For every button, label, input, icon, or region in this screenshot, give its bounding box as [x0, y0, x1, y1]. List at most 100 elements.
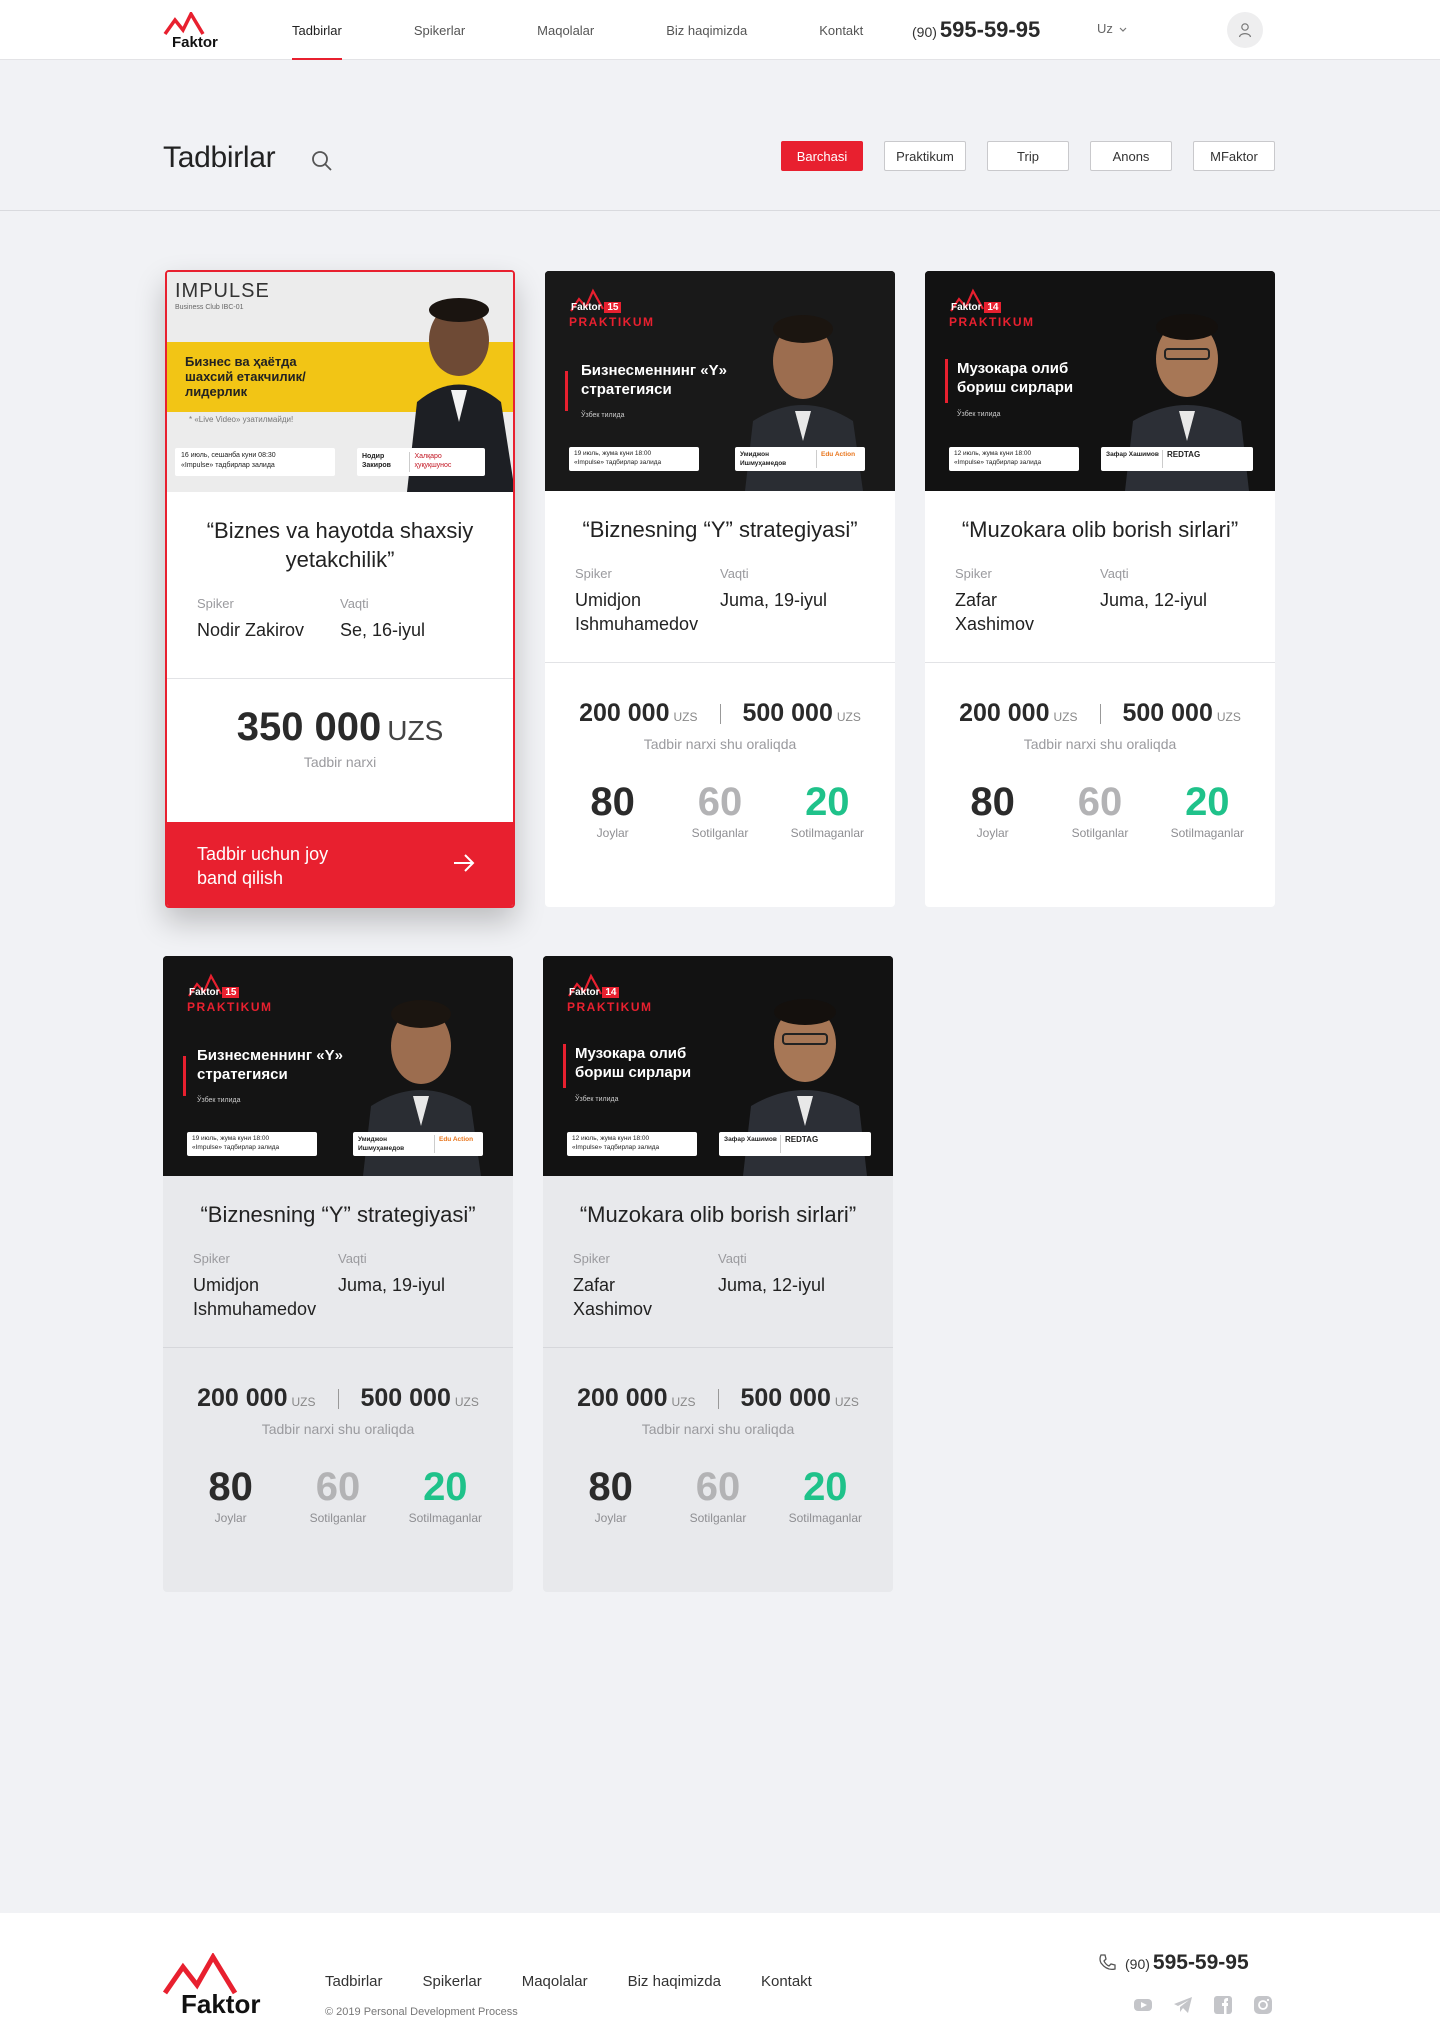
time-label: Vaqti [720, 566, 749, 581]
stat-seats: 80 Joylar [208, 1465, 253, 1525]
nav-kontakt[interactable]: Kontakt [819, 0, 863, 60]
banner-brand: Faktor 14 [951, 302, 1002, 313]
footer-logo[interactable]: Faktor [162, 1952, 270, 2019]
page-heading-area: Tadbirlar Barchasi Praktikum Trip Anons … [0, 61, 1440, 211]
nav-tadbirlar[interactable]: Tadbirlar [292, 0, 342, 60]
footer-nav-kontakt[interactable]: Kontakt [761, 1973, 812, 1990]
event-banner: Faktor 14 PRAKTIKUM Музокара олиб бориш … [543, 956, 893, 1176]
speaker-name: Umidjon Ishmuhamedov [575, 590, 699, 634]
price-separator [337, 1388, 339, 1409]
logo-text: Faktor [172, 34, 218, 50]
price-min: 200 000 [579, 699, 670, 727]
social-links [1133, 1995, 1293, 2015]
footer-phone-number: 595-59-95 [1152, 1951, 1249, 1974]
banner-lang: Ўзбек тилида [957, 411, 1001, 418]
price-range: 200 000 UZS 500 000 UZS [925, 699, 1275, 728]
event-card[interactable]: Faktor 14 PRAKTIKUM Музокара олиб бориш … [543, 956, 893, 1592]
price-range: 200 000 UZS 500 000 UZS [545, 699, 895, 728]
time-label: Vaqti [338, 1251, 367, 1266]
banner-person: Умиджон Ишмуҳамедов Edu Action [735, 447, 865, 471]
phone-icon [1099, 1954, 1116, 1971]
stat-unsold: 20 Sotilmaganlar [408, 1465, 482, 1525]
event-banner: Faktor 14 PRAKTIKUM Музокара олиб бориш … [925, 271, 1275, 491]
price-currency: UZS [671, 1395, 696, 1409]
language-select[interactable]: Uz [1097, 21, 1127, 36]
phone-code: (90) [912, 24, 937, 40]
banner-heading: Бизнес ва ҳаётда шахсий етакчилик/лидерл… [185, 354, 306, 399]
price-range: 200 000 UZS 500 000 UZS [543, 1384, 893, 1413]
facebook-icon[interactable] [1213, 1995, 1233, 2015]
banner-lang: Ўзбек тилида [575, 1096, 619, 1103]
banner-person: Зафар Хашимов REDTAG [1101, 447, 1253, 471]
event-banner: Faktor 15 PRAKTIKUM Бизнесменнинг «Y» ст… [545, 271, 895, 491]
stat-unsold: 20 Sotilmaganlar [790, 780, 864, 840]
nav-biz-haqimizda[interactable]: Biz haqimizda [666, 0, 747, 60]
banner-info: 16 июль, сешанба куни 08:30 «Impulse» тад… [175, 448, 335, 476]
speaker-name: Nodir Zakirov [197, 620, 305, 640]
footer-nav-tadbirlar[interactable]: Tadbirlar [325, 1973, 383, 1990]
time-label: Vaqti [340, 596, 369, 611]
event-card[interactable]: Faktor 15 PRAKTIKUM Бизнесменнинг «Y» ст… [163, 956, 513, 1592]
filter-anons[interactable]: Anons [1090, 141, 1172, 171]
price-max: 500 000 [740, 1384, 831, 1412]
footer-phone[interactable]: (90) 595-59-95 [1097, 1951, 1249, 1975]
stat-sold: 60 Sotilganlar [689, 1465, 747, 1525]
event-banner: IMPULSE Business Club IBC-01 Бизнес ва ҳ… [167, 272, 513, 492]
seat-stats: 80 Joylar 60 Sotilganlar 20 Sotilmaganlar [543, 1465, 893, 1525]
search-button[interactable] [310, 149, 334, 173]
filter-barchasi[interactable]: Barchasi [781, 141, 863, 171]
event-date: Se, 16-iyul [340, 620, 426, 640]
event-title: “Muzokara olib borish sirlari” [961, 517, 1239, 542]
seat-stats: 80 Joylar 60 Sotilganlar 20 Sotilmaganlar [545, 780, 895, 840]
price-note: Tadbir narxi shu oraliqda [643, 736, 797, 752]
seat-stats: 80 Joylar 60 Sotilganlar 20 Sotilmaganlar [163, 1465, 513, 1525]
page-title: Tadbirlar [163, 141, 276, 174]
price-separator [719, 703, 721, 724]
user-account-button[interactable] [1227, 12, 1263, 48]
nav-spikerlar[interactable]: Spikerlar [414, 0, 465, 60]
footer-nav: Tadbirlar Spikerlar Maqolalar Biz haqimi… [325, 1973, 852, 1990]
footer-nav-biz-haqimizda[interactable]: Biz haqimizda [628, 1973, 721, 1990]
stat-unsold: 20 Sotilmaganlar [1170, 780, 1244, 840]
instagram-icon[interactable] [1253, 1995, 1273, 2015]
speaker-label: Spiker [955, 566, 992, 581]
filter-trip[interactable]: Trip [987, 141, 1069, 171]
divider [163, 1347, 513, 1348]
price-range: 200 000 UZS 500 000 UZS [163, 1384, 513, 1413]
stat-seats: 80 Joylar [588, 1465, 633, 1525]
faktor-logo[interactable]: Faktor [163, 10, 225, 51]
time-label: Vaqti [1100, 566, 1129, 581]
divider [543, 1347, 893, 1348]
price-currency: UZS [673, 710, 698, 724]
filter-praktikum[interactable]: Praktikum [884, 141, 966, 171]
header-phone[interactable]: (90) 595-59-95 [912, 17, 1040, 43]
event-card[interactable]: IMPULSE Business Club IBC-01 Бизнес ва ҳ… [165, 270, 515, 908]
footer-nav-maqolalar[interactable]: Maqolalar [522, 1973, 588, 1990]
banner-heading: Музокара олиб бориш сирлари [957, 360, 1074, 396]
banner-info: 19 июль, жума куни 18:00 «Impulse» тадбир… [187, 1132, 317, 1156]
stat-unsold: 20 Sotilmaganlar [788, 1465, 862, 1525]
youtube-icon[interactable] [1133, 1995, 1153, 2015]
seat-stats: 80 Joylar 60 Sotilganlar 20 Sotilmaganlar [925, 780, 1275, 840]
site-header: Faktor Tadbirlar Spikerlar Maqolalar Biz… [0, 0, 1440, 60]
speaker-label: Spiker [197, 596, 234, 611]
user-icon [1238, 23, 1252, 38]
chevron-down-icon [1119, 27, 1126, 32]
footer-phone-code: (90) [1125, 1956, 1150, 1972]
book-seat-button[interactable]: Tadbir uchun joy band qilish [167, 822, 513, 906]
event-card[interactable]: Faktor 14 PRAKTIKUM Музокара олиб бориш … [925, 271, 1275, 907]
banner-heading: Музокара олиб бориш сирлари [575, 1045, 692, 1081]
price-currency: UZS [1216, 710, 1241, 724]
speaker-label: Spiker [193, 1251, 230, 1266]
price-note: Tadbir narxi [303, 754, 377, 770]
event-card[interactable]: Faktor 15 PRAKTIKUM Бизнесменнинг «Y» ст… [545, 271, 895, 907]
event-date: Juma, 12-iyul [1100, 590, 1208, 610]
banner-info: 19 июль, жума куни 18:00 «Impulse» тадбир… [569, 447, 699, 471]
telegram-icon[interactable] [1173, 1995, 1193, 2015]
filter-mfaktor[interactable]: MFaktor [1193, 141, 1275, 171]
divider [167, 678, 513, 679]
nav-maqolalar[interactable]: Maqolalar [537, 0, 594, 60]
banner-lang: Ўзбек тилида [197, 1097, 241, 1104]
footer-nav-spikerlar[interactable]: Spikerlar [423, 1973, 482, 1990]
banner-program: PRAKTIKUM [569, 315, 655, 329]
